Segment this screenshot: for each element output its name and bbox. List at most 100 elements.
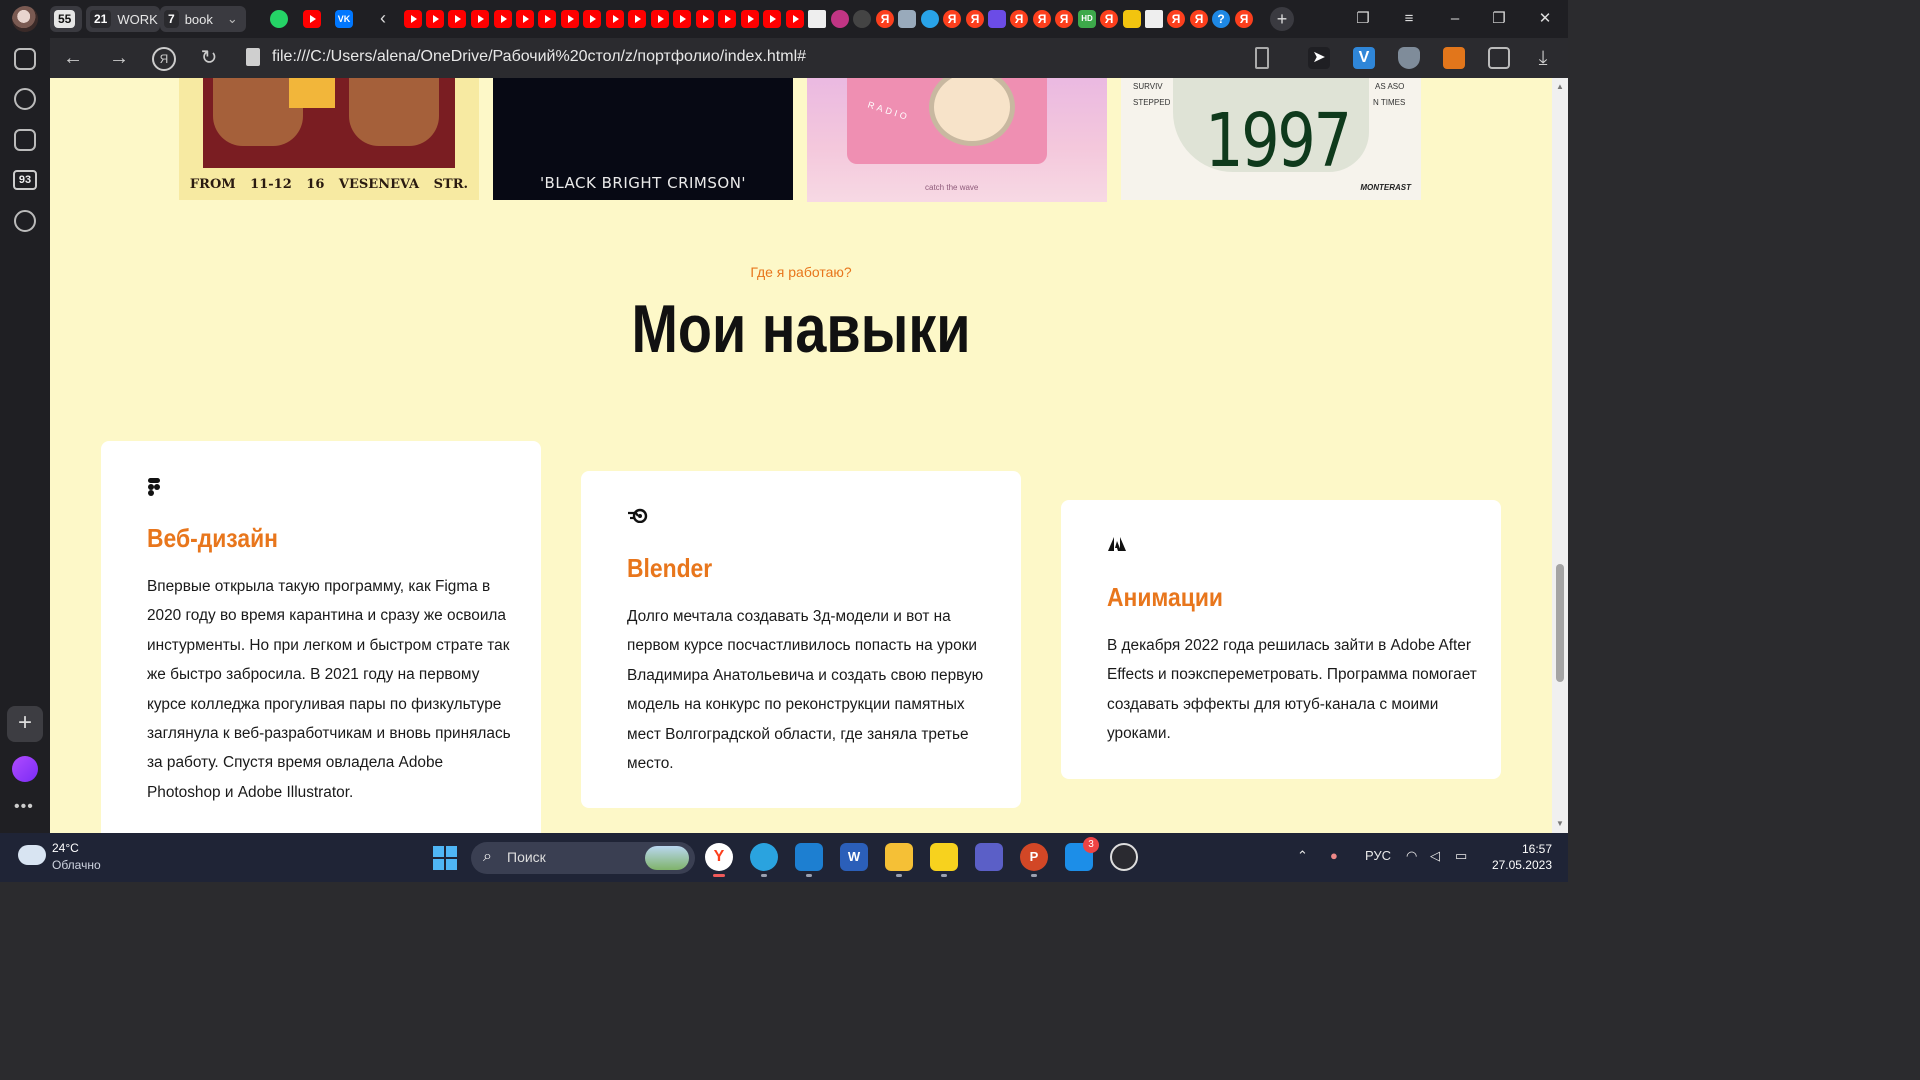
word-app[interactable]: W xyxy=(840,843,868,871)
yandex-tab-icon[interactable]: Я xyxy=(943,10,961,28)
telegram-app[interactable] xyxy=(750,843,778,877)
youtube-tab-icon[interactable] xyxy=(696,10,714,28)
portfolio-poster-3[interactable]: RADIO catch the wave xyxy=(807,78,1107,202)
url-field[interactable]: file:///C:/Users/alena/OneDrive/Рабочий%… xyxy=(272,48,806,66)
language-indicator[interactable]: РУС xyxy=(1365,848,1391,863)
youtube-tab-icon[interactable] xyxy=(763,10,781,28)
yandex-tab-icon[interactable]: Я xyxy=(1190,10,1208,28)
scroll-up-arrow[interactable]: ▲ xyxy=(1556,82,1564,91)
chevron-left-icon[interactable]: ‹ xyxy=(380,8,386,29)
vscode-app[interactable] xyxy=(795,843,823,877)
youtube-tab-icon[interactable] xyxy=(494,10,512,28)
taskbar-search[interactable]: ⌕ Поиск xyxy=(471,842,695,874)
youtube-tab-icon[interactable] xyxy=(583,10,601,28)
yandex-tab-icon[interactable]: Я xyxy=(1167,10,1185,28)
clock[interactable]: 16:57 27.05.2023 xyxy=(1488,841,1552,873)
new-tab-button[interactable]: + xyxy=(1270,7,1294,31)
tab-group-book[interactable]: 7 book ⌄ xyxy=(160,6,246,32)
more-icon[interactable]: ••• xyxy=(14,798,34,816)
heart-tab-icon[interactable] xyxy=(921,10,939,28)
battery-icon[interactable]: ▭ xyxy=(1455,848,1467,864)
youtube-tab-icon[interactable] xyxy=(426,10,444,28)
download-icon[interactable]: ⤓ xyxy=(1532,47,1554,69)
weather-condition[interactable]: Облачно xyxy=(52,858,101,872)
youtube-tab-icon[interactable] xyxy=(538,10,556,28)
obs-app[interactable] xyxy=(1110,843,1138,871)
image-tab-icon[interactable] xyxy=(1123,10,1141,28)
apple-tab-icon[interactable] xyxy=(853,10,871,28)
collections-icon[interactable] xyxy=(14,48,36,70)
reload-button[interactable]: ↻ xyxy=(198,47,220,69)
back-button[interactable]: ← xyxy=(62,47,84,69)
youtube-tab-icon[interactable] xyxy=(628,10,646,28)
chevron-down-icon[interactable]: ⌄ xyxy=(227,11,238,27)
add-panel-button[interactable]: + xyxy=(7,706,43,742)
youtube-tab-icon[interactable] xyxy=(303,10,321,28)
screenshot-icon[interactable] xyxy=(14,129,36,151)
portfolio-poster-1[interactable]: FROM 11-12 16 VESENEVA STR. xyxy=(179,78,479,200)
alice-assistant-icon[interactable] xyxy=(12,756,38,782)
weather-temperature[interactable]: 24°C xyxy=(52,841,79,855)
shield-extension-icon[interactable] xyxy=(1398,47,1420,69)
youtube-tab-icon[interactable] xyxy=(651,10,669,28)
youtube-tab-icon[interactable] xyxy=(786,10,804,28)
whatsapp-tab-icon[interactable] xyxy=(270,10,288,28)
youtube-tab-icon[interactable] xyxy=(741,10,759,28)
yandex-tab-icon[interactable]: Я xyxy=(1055,10,1073,28)
microphone-icon[interactable]: ● xyxy=(1330,848,1338,863)
tab-group-1[interactable]: 55 xyxy=(50,6,82,32)
file-tab-icon[interactable] xyxy=(1145,10,1163,28)
page-scrollbar[interactable]: ▲ ▼ xyxy=(1552,78,1568,833)
instagram-tab-icon[interactable] xyxy=(831,10,849,28)
volume-icon[interactable]: ◁ xyxy=(1430,848,1440,864)
file-tab-icon-active[interactable] xyxy=(808,10,826,28)
restore-button[interactable]: ❐ xyxy=(1488,8,1510,30)
scroll-down-arrow[interactable]: ▼ xyxy=(1556,819,1564,828)
question-tab-icon[interactable]: ? xyxy=(1212,10,1230,28)
vk-tab-icon[interactable]: VK xyxy=(335,10,353,28)
portfolio-poster-2[interactable]: 'BLACK BRIGHT CRIMSON' xyxy=(493,78,793,200)
tab-group-work[interactable]: 21 WORK xyxy=(86,6,160,32)
bookmark-icon[interactable] xyxy=(1255,47,1269,69)
youtube-tab-icon[interactable] xyxy=(561,10,579,28)
profile-avatar[interactable] xyxy=(12,6,38,32)
tab-collection-icon[interactable]: ❐ xyxy=(1352,8,1374,30)
youtube-tab-icon[interactable] xyxy=(404,10,422,28)
start-button[interactable] xyxy=(433,846,457,870)
history-icon[interactable] xyxy=(14,88,36,110)
menu-icon[interactable]: ≡ xyxy=(1398,8,1420,30)
powerpoint-app[interactable]: P xyxy=(1020,843,1048,877)
yandex-tab-icon[interactable]: Я xyxy=(966,10,984,28)
mail-app[interactable]: 3 xyxy=(1065,837,1099,871)
youtube-tab-icon[interactable] xyxy=(673,10,691,28)
notification-counter[interactable]: 93 xyxy=(13,170,37,190)
youtube-tab-icon[interactable] xyxy=(448,10,466,28)
youtube-tab-icon[interactable] xyxy=(471,10,489,28)
cloud-icon[interactable] xyxy=(18,845,46,865)
triangle-tab-icon[interactable] xyxy=(988,10,1006,28)
metamask-extension-icon[interactable] xyxy=(1443,47,1465,69)
file-explorer-app[interactable] xyxy=(885,843,913,877)
yandex-home-button[interactable]: Я xyxy=(152,47,176,71)
forward-button[interactable]: → xyxy=(108,47,130,69)
file-icon[interactable] xyxy=(246,48,260,66)
v-extension-icon[interactable]: V xyxy=(1353,47,1375,69)
sticky-notes-app[interactable] xyxy=(930,843,958,877)
yandex-tab-icon[interactable]: Я xyxy=(1010,10,1028,28)
extensions-icon[interactable] xyxy=(1488,47,1510,69)
yandex-tab-icon[interactable]: Я xyxy=(1235,10,1253,28)
portfolio-poster-4[interactable]: SURVIV STEPPED AS ASO N TIMES 1997 MONTE… xyxy=(1121,78,1421,200)
yandex-browser-app[interactable]: Y xyxy=(705,843,733,877)
youtube-tab-icon[interactable] xyxy=(718,10,736,28)
play-icon[interactable] xyxy=(14,210,36,232)
hd-tab-icon[interactable]: HD xyxy=(1078,10,1096,28)
wifi-icon[interactable]: ◠ xyxy=(1406,848,1417,864)
cursor-extension-icon[interactable]: ➤ xyxy=(1308,47,1330,69)
yandex-tab-icon[interactable]: Я xyxy=(1100,10,1118,28)
youtube-tab-icon[interactable] xyxy=(606,10,624,28)
minimize-button[interactable]: – xyxy=(1444,8,1466,30)
gear-tab-icon[interactable] xyxy=(898,10,916,28)
close-button[interactable]: ✕ xyxy=(1534,8,1556,30)
youtube-tab-icon[interactable] xyxy=(516,10,534,28)
scrollbar-thumb[interactable] xyxy=(1556,564,1564,682)
